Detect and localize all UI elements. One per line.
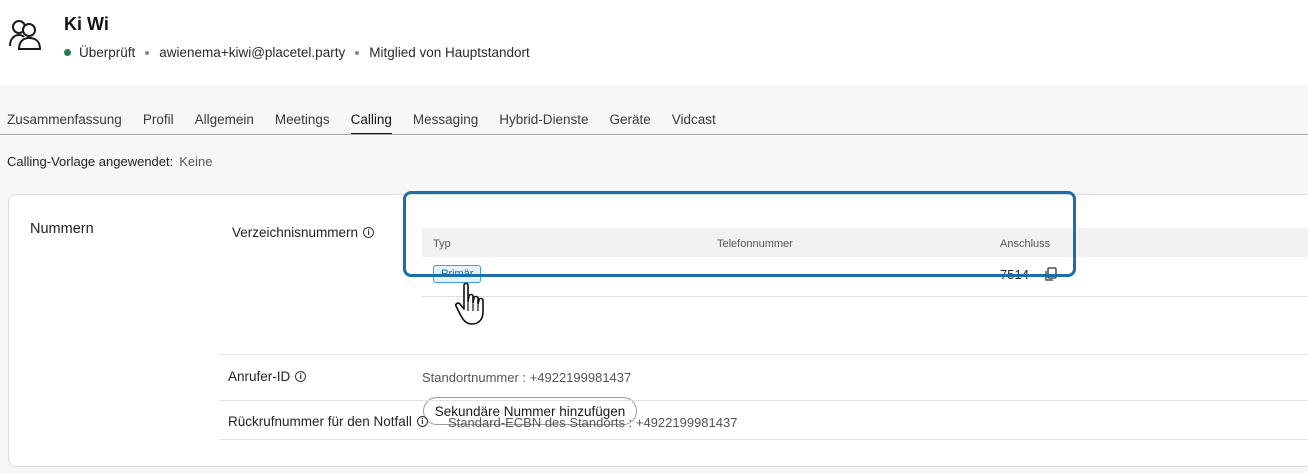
directory-numbers-text: Verzeichnisnummern — [232, 225, 359, 240]
user-name: Ki Wi — [64, 14, 109, 34]
separator-dot — [145, 50, 150, 55]
caller-id-text: Anrufer-ID — [228, 369, 291, 384]
info-icon[interactable]: i — [363, 227, 375, 238]
main-content: Zusammenfassung Profil Allgemein Meeting… — [0, 85, 1308, 473]
hand-pointer-icon — [455, 282, 484, 325]
info-icon[interactable]: i — [295, 371, 307, 382]
tab-geraete[interactable]: Geräte — [610, 112, 651, 135]
template-value: Keine — [179, 154, 213, 169]
row-divider — [219, 400, 1308, 401]
tab-hybrid-dienste[interactable]: Hybrid-Dienste — [499, 112, 588, 135]
section-title: Nummern — [30, 221, 94, 237]
info-icon[interactable]: i — [416, 416, 428, 427]
tab-meetings[interactable]: Meetings — [275, 112, 330, 135]
user-header: Ki Wi Überprüft awienema+kiwi@placetel.p… — [0, 0, 1308, 85]
calling-template-info: Calling-Vorlage angewendet: Keine — [7, 154, 212, 169]
caller-id-value: Standortnummer : +4922199981437 — [422, 370, 632, 385]
tabs-divider — [0, 134, 1308, 135]
tab-calling[interactable]: Calling — [350, 112, 392, 135]
caller-id-label: Anrufer-ID i — [228, 369, 307, 384]
tab-allgemein[interactable]: Allgemein — [195, 112, 254, 135]
users-icon — [9, 20, 42, 50]
directory-numbers-label: Verzeichnisnummern i — [232, 225, 375, 240]
highlight-frame — [403, 191, 1076, 277]
tab-zusammenfassung[interactable]: Zusammenfassung — [7, 112, 122, 135]
ecbn-text: Rückrufnummer für den Notfall — [228, 414, 412, 429]
user-email: awienema+kiwi@placetel.party — [159, 45, 346, 60]
tab-profil[interactable]: Profil — [143, 112, 174, 135]
ecbn-label: Rückrufnummer für den Notfall i — [228, 414, 428, 429]
tab-vidcast[interactable]: Vidcast — [672, 112, 716, 135]
template-label: Calling-Vorlage angewendet: — [7, 154, 174, 169]
user-meta: Überprüft awienema+kiwi@placetel.party M… — [64, 45, 530, 60]
membership-text: Mitglied von Hauptstandort — [369, 45, 530, 60]
status-text: Überprüft — [79, 45, 136, 60]
tab-bar: Zusammenfassung Profil Allgemein Meeting… — [7, 112, 737, 135]
tab-messaging[interactable]: Messaging — [413, 112, 478, 135]
separator-dot — [355, 50, 360, 55]
ecbn-value: Standard-ECBN des Standorts : +492219998… — [448, 415, 738, 430]
row-divider — [219, 354, 1308, 355]
status-dot-icon — [64, 49, 71, 56]
row-divider — [220, 439, 1308, 440]
